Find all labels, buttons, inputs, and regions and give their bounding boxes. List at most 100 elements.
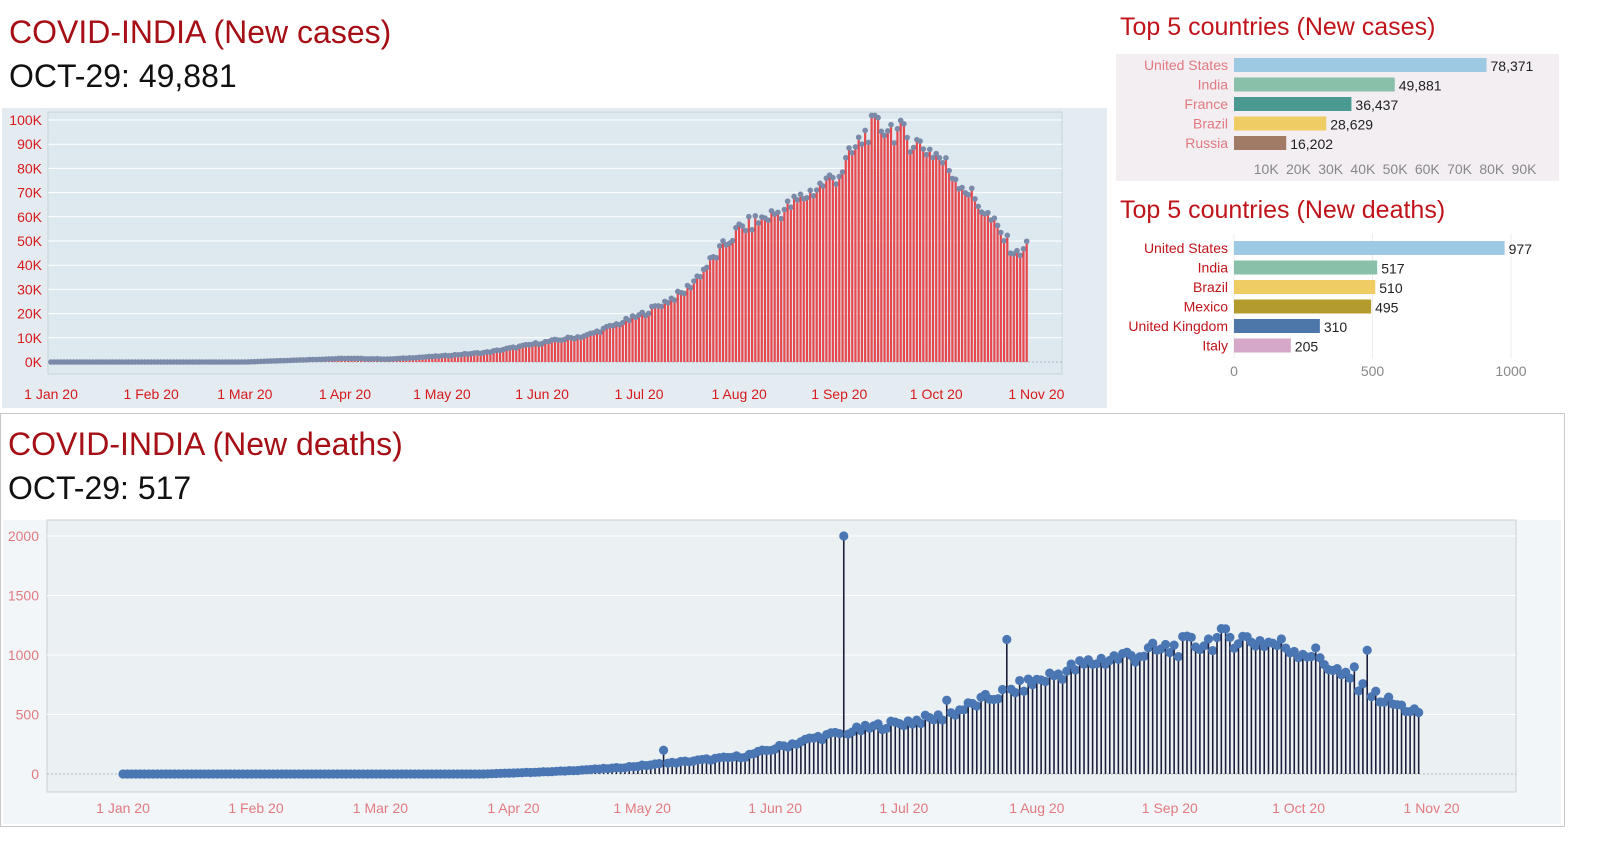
deaths-panel: COVID-INDIA (New deaths) OCT-29: 517 0 50…: [0, 413, 1565, 827]
cases-point: [904, 134, 910, 141]
cases-point: [839, 169, 846, 175]
top-cases-x-tick-label: 30K: [1318, 161, 1344, 177]
top-cases-x-tick-label: 90K: [1512, 161, 1538, 177]
cases-point: [729, 237, 736, 244]
top-deaths-bar: [1234, 260, 1378, 275]
cases-point: [985, 209, 991, 216]
top-cases-category-label: Russia: [1185, 135, 1228, 151]
top-cases-x-tick-label: 50K: [1383, 161, 1409, 177]
cases-point: [697, 273, 704, 280]
cases-x-tick-label: 1 Mar 20: [217, 386, 272, 402]
deaths-point: [1203, 634, 1214, 644]
cases-point: [1001, 237, 1007, 244]
deaths-y-tick-label: 0: [31, 766, 39, 782]
top-cases-x-tick-label: 40K: [1350, 161, 1376, 177]
top-deaths-bar: [1234, 241, 1505, 255]
deaths-x-tick-label: 1 Apr 20: [487, 800, 539, 816]
cases-point: [965, 191, 972, 198]
cases-y-tick-label: 10K: [17, 330, 43, 346]
top-cases-category-label: Brazil: [1193, 116, 1228, 132]
cases-point: [894, 126, 901, 132]
top-cases-x-tick-label: 10K: [1254, 161, 1280, 177]
top-cases-category-label: India: [1198, 77, 1229, 93]
cases-point: [1017, 252, 1024, 259]
deaths-x-tick-label: 1 Jul 20: [879, 800, 928, 816]
top-deaths-chart: United States 977 India 517 Brazil 510 Mexico 4…: [1128, 234, 1533, 379]
deaths-x-tick-label: 1 Feb 20: [228, 800, 283, 816]
top-cases-panel: Top 5 countries (New cases) United State…: [1116, 0, 1609, 185]
top-cases-value-label: 49,881: [1399, 78, 1442, 94]
deaths-point: [1276, 634, 1286, 644]
deaths-x-tick-label: 1 Oct 20: [1272, 800, 1325, 816]
deaths-point: [1208, 645, 1218, 656]
top-cases-x-tick-label: 80K: [1479, 161, 1505, 177]
cases-y-tick-label: 30K: [17, 281, 43, 297]
top-deaths-value-label: 205: [1295, 339, 1319, 355]
top-deaths-category-label: United States: [1144, 240, 1228, 256]
cases-point: [859, 141, 865, 147]
deaths-chart: 0 500 1000 1500 2000 1 Jan 20 1 Feb 20 1 Mar 20…: [3, 519, 1561, 824]
deaths-x-tick-label: 1 Mar 20: [353, 800, 408, 816]
cases-point: [1004, 232, 1011, 239]
deaths-point: [1015, 675, 1025, 686]
top-deaths-x-tick-label: 500: [1361, 363, 1385, 379]
cases-point: [968, 185, 975, 192]
deaths-point: [1173, 652, 1184, 662]
deaths-point: [654, 759, 664, 769]
cases-x-tick-label: 1 Aug 20: [712, 386, 767, 402]
top-cases-x-tick-label: 60K: [1415, 161, 1441, 177]
deaths-point: [1040, 676, 1051, 687]
cases-point: [862, 127, 868, 134]
top-deaths-value-label: 977: [1509, 241, 1533, 257]
cases-point: [923, 151, 930, 158]
deaths-y-tick-label: 500: [16, 707, 40, 723]
top-deaths-category-label: Mexico: [1184, 299, 1229, 315]
top-cases-category-label: France: [1184, 96, 1228, 112]
cases-point: [842, 154, 849, 161]
cases-point: [943, 155, 949, 161]
deaths-point: [1311, 643, 1321, 653]
cases-point: [907, 149, 914, 155]
cases-point: [775, 209, 781, 216]
cases-chart: 0K 10K 20K 30K 40K 50K 60K 70K 80K 90K 100K 1 Jan 2…: [2, 108, 1107, 408]
cases-point: [784, 198, 791, 205]
cases-point: [855, 134, 862, 141]
top-deaths-x-tick-label: 1000: [1495, 363, 1526, 379]
cases-x-tick-label: 1 Sep 20: [811, 386, 867, 402]
cases-point: [830, 174, 836, 181]
top-deaths-value-label: 510: [1379, 280, 1403, 296]
cases-point: [975, 203, 982, 210]
deaths-point: [1306, 651, 1317, 662]
deaths-y-tick-label: 1500: [8, 588, 39, 604]
top-deaths-panel: Top 5 countries (New deaths) United Stat…: [1116, 190, 1609, 390]
cases-point: [794, 197, 801, 203]
cases-point: [681, 290, 688, 297]
cases-point: [807, 187, 814, 194]
cases-y-tick-label: 40K: [17, 257, 43, 273]
top-cases-bar: [1234, 116, 1327, 131]
cases-y-tick-label: 0K: [25, 354, 43, 370]
deaths-point: [1057, 674, 1068, 685]
cases-point: [846, 145, 852, 151]
cases-x-tick-label: 1 Feb 20: [124, 386, 179, 402]
cases-point: [1023, 238, 1030, 245]
deaths-point: [942, 695, 952, 705]
cases-point: [746, 213, 752, 220]
top-cases-value-label: 36,437: [1355, 97, 1398, 113]
deaths-x-tick-label: 1 May 20: [613, 800, 671, 816]
cases-y-tick-label: 50K: [17, 233, 43, 249]
cases-point: [994, 222, 1001, 229]
cases-point: [713, 254, 720, 261]
deaths-x-tick-label: 1 Nov 20: [1404, 800, 1460, 816]
deaths-point: [1186, 632, 1196, 642]
top-deaths-value-label: 517: [1381, 261, 1405, 277]
cases-point: [946, 167, 952, 174]
cases-point: [1014, 247, 1020, 254]
deaths-point: [1358, 679, 1368, 689]
cases-point: [781, 206, 788, 213]
cases-point: [755, 220, 762, 226]
deaths-y-tick-label: 2000: [8, 528, 39, 544]
cases-y-tick-label: 100K: [9, 112, 42, 128]
cases-point: [959, 184, 965, 191]
cases-point: [665, 300, 671, 306]
